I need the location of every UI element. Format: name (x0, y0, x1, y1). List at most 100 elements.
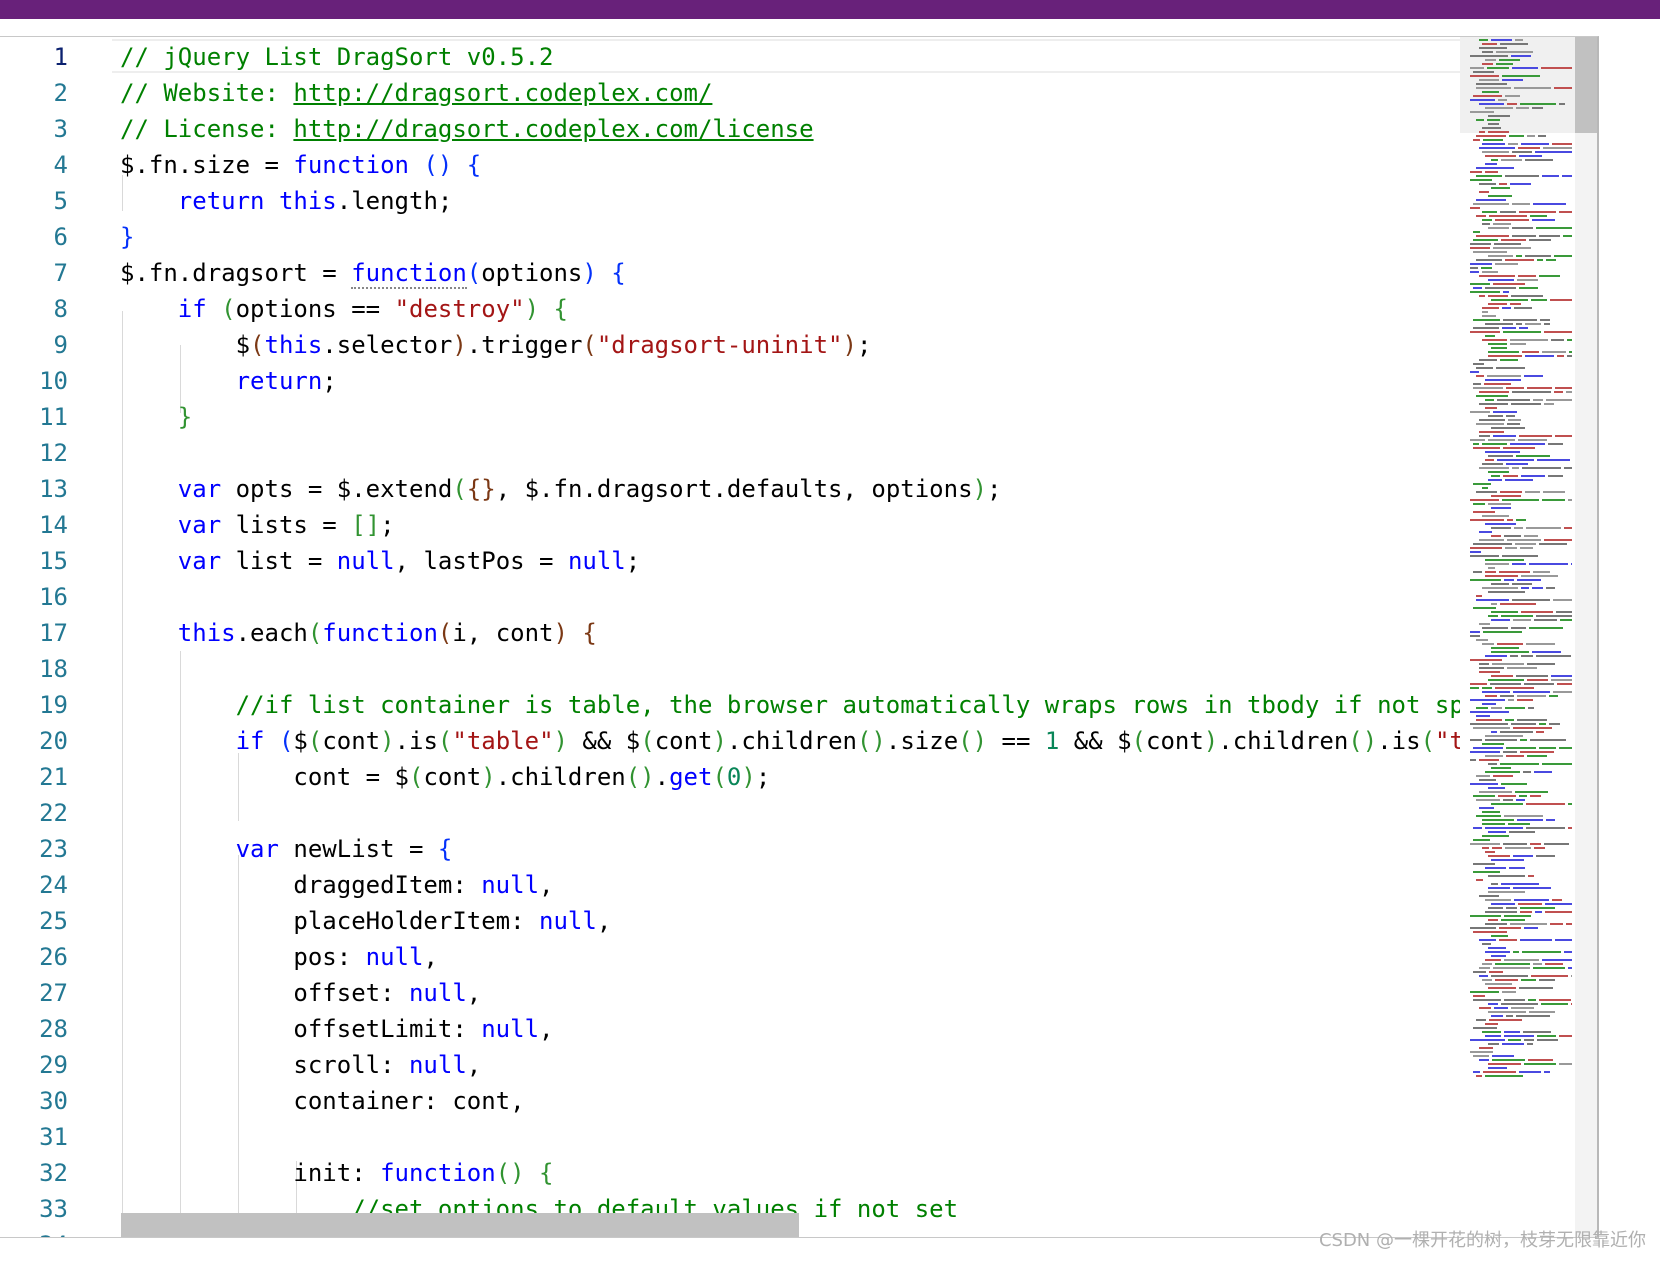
code-line[interactable]: 16 (0, 579, 68, 615)
code-token: ) (842, 331, 857, 359)
horizontal-scrollbar-thumb[interactable] (121, 1213, 799, 1237)
code-line[interactable]: 18 (0, 651, 68, 687)
code-line[interactable]: 8 if (options == "destroy") { (0, 291, 568, 327)
code-line[interactable]: 15 var list = null, lastPos = null; (0, 543, 640, 579)
code-line[interactable]: 2 // Website: http://dragsort.codeplex.co… (0, 75, 713, 111)
minimap-line (1482, 1031, 1501, 1033)
code-token: && $ (567, 727, 641, 755)
minimap-line (1500, 211, 1516, 213)
code-line[interactable]: 25 placeHolderItem: null, (0, 903, 611, 939)
code-line[interactable]: 24 draggedItem: null, (0, 867, 553, 903)
code-area[interactable]: 1 // jQuery List DragSort v0.5.2 2 // Websi… (0, 37, 1460, 1237)
code-token: null (408, 1051, 467, 1079)
minimap-line (1482, 823, 1505, 825)
code-line[interactable]: 32 init: function() { (0, 1155, 553, 1191)
code-line[interactable]: 34 (0, 1227, 68, 1237)
code-line[interactable]: 29 scroll: null, (0, 1047, 481, 1083)
code-line[interactable]: 6} (0, 219, 135, 255)
minimap-line (1485, 459, 1494, 461)
code-line[interactable]: 19 //if list container is table, the bro… (0, 687, 1460, 723)
code-line[interactable]: 7 $.fn.dragsort = function(options) { (0, 255, 626, 291)
minimap[interactable] (1460, 37, 1575, 1237)
code-line[interactable]: 14 var lists = []; (0, 507, 394, 543)
code-token: $.fn.size = (120, 151, 294, 179)
code-line[interactable]: 23 var newList = { (0, 831, 452, 867)
code-line[interactable]: 28 offsetLimit: null, (0, 1011, 553, 1047)
minimap-line (1482, 963, 1492, 965)
code-token: scroll: (120, 1051, 409, 1079)
code-text: cont = $(cont).children().get(0); (120, 759, 770, 795)
code-line[interactable]: 5 return this.length; (0, 183, 453, 219)
code-token: ) (741, 763, 756, 791)
code-line[interactable]: 27 offset: null, (0, 975, 481, 1011)
minimap-line (1508, 699, 1514, 701)
minimap-line (1491, 975, 1528, 977)
minimap-line (1520, 939, 1552, 941)
minimap-line (1476, 235, 1509, 237)
code-text: init: function() { (120, 1155, 553, 1191)
minimap-line (1491, 903, 1515, 905)
minimap-line (1539, 979, 1555, 981)
code-line[interactable]: 22 (0, 795, 68, 831)
minimap-line (1485, 575, 1518, 577)
line-number: 10 (39, 367, 68, 395)
minimap-line (1488, 351, 1519, 353)
minimap-line (1551, 675, 1572, 677)
code-line[interactable]: 21 cont = $(cont).children().get(0); (0, 759, 770, 795)
minimap-line (1519, 435, 1552, 437)
code-line[interactable]: 12 (0, 435, 68, 471)
minimap-line (1473, 387, 1503, 389)
code-line[interactable]: 3 // License: http://dragsort.codeplex.co… (0, 111, 814, 147)
code-text: // License: http://dragsort.codeplex.com… (120, 111, 814, 147)
minimap-line (1505, 719, 1514, 721)
minimap-line (1510, 183, 1531, 185)
minimap-line (1494, 1007, 1508, 1009)
line-number: 8 (53, 295, 68, 323)
code-line[interactable]: 10 return; (0, 363, 337, 399)
code-editor[interactable]: 1 // jQuery List DragSort v0.5.2 2 // Websi… (0, 36, 1599, 1238)
minimap-line (1550, 923, 1563, 925)
code-line[interactable]: 33 //set options to default values if no… (0, 1191, 958, 1227)
vertical-scrollbar-thumb[interactable] (1575, 37, 1597, 133)
minimap-line (1487, 375, 1521, 377)
code-line[interactable]: 20 if ($(cont).is("table") && $(cont).ch… (0, 723, 1460, 759)
code-line[interactable]: 30 container: cont, (0, 1083, 524, 1119)
minimap-line (1495, 687, 1534, 689)
vertical-scrollbar[interactable] (1575, 37, 1597, 1237)
minimap-line (1493, 247, 1531, 249)
minimap-line (1500, 763, 1539, 765)
minimap-line (1549, 695, 1558, 697)
minimap-line (1508, 1039, 1521, 1041)
minimap-line (1515, 39, 1523, 41)
code-line[interactable]: 31 (0, 1119, 68, 1155)
minimap-line (1491, 347, 1507, 349)
minimap-line (1482, 271, 1498, 273)
code-token: .is (394, 727, 438, 755)
minimap-line (1514, 527, 1523, 529)
minimap-line (1476, 119, 1484, 121)
minimap-line (1501, 239, 1526, 241)
code-line[interactable]: 13 var opts = $.extend({}, $.fn.dragsort… (0, 471, 1001, 507)
minimap-line (1521, 979, 1536, 981)
minimap-line (1473, 447, 1500, 449)
minimap-line (1513, 619, 1531, 621)
minimap-line (1512, 151, 1532, 153)
code-line[interactable]: 26 pos: null, (0, 939, 438, 975)
minimap-line (1488, 919, 1498, 921)
minimap-line (1524, 1039, 1534, 1041)
code-line[interactable]: 4 $.fn.size = function () { (0, 147, 482, 183)
code-line[interactable]: 9 $(this.selector).trigger("dragsort-uni… (0, 327, 872, 363)
code-line[interactable]: 1 // jQuery List DragSort v0.5.2 (0, 39, 554, 75)
minimap-line (1479, 275, 1515, 277)
code-token: // Website: (120, 79, 294, 107)
minimap-line (1488, 355, 1522, 357)
code-line[interactable]: 17 this.each(function(i, cont) { (0, 615, 597, 651)
minimap-line (1470, 67, 1484, 69)
line-number: 31 (39, 1123, 68, 1151)
minimap-line (1482, 627, 1508, 629)
minimap-line (1519, 1071, 1541, 1073)
code-line[interactable]: 11 } (0, 399, 192, 435)
